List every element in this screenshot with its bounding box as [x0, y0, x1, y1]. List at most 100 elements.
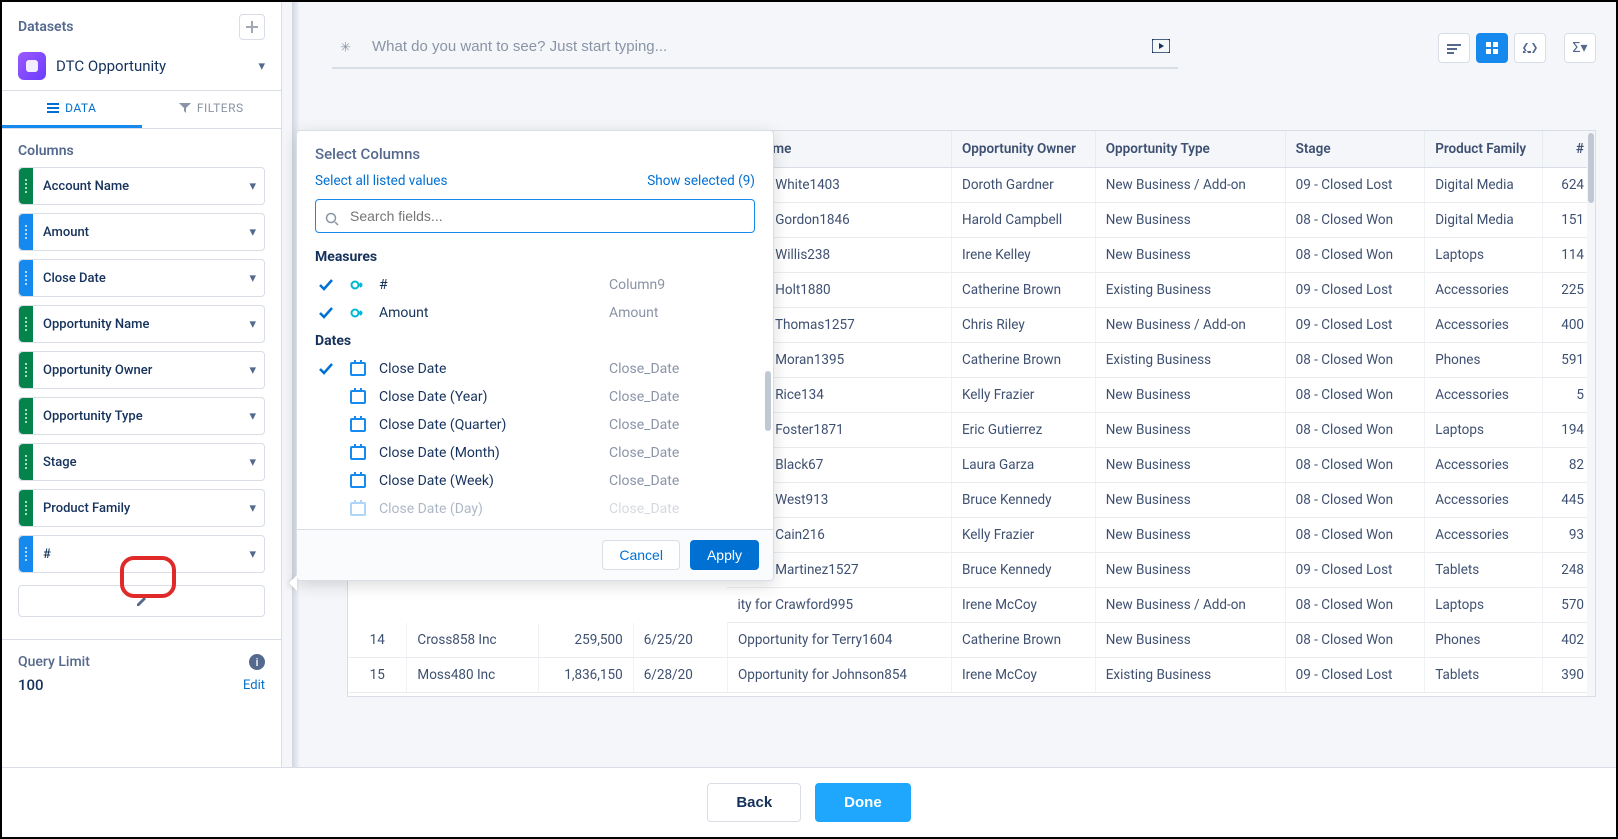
cancel-button[interactable]: Cancel: [602, 540, 680, 570]
column-pill[interactable]: Opportunity Type ▾: [18, 397, 265, 435]
column-pill-label: Product Family: [43, 501, 249, 516]
view-query-button[interactable]: [1514, 33, 1546, 63]
chevron-down-icon[interactable]: ▾: [249, 179, 256, 194]
popover-section-heading: Dates: [307, 327, 763, 355]
drag-handle-icon[interactable]: [19, 444, 33, 480]
column-pill[interactable]: Product Family ▾: [18, 489, 265, 527]
table-cell: Existing Business: [1095, 273, 1285, 308]
apply-button[interactable]: Apply: [690, 540, 759, 570]
drag-handle-icon[interactable]: [19, 168, 33, 204]
table-cell: New Business: [1095, 203, 1285, 238]
table-row[interactable]: 15Moss480 Inc1,836,1506/28/20Opportunity…: [348, 658, 1595, 693]
column-option[interactable]: Close Date (Year) Close_Date: [307, 383, 763, 411]
table-cell: New Business / Add-on: [1095, 308, 1285, 343]
column-header[interactable]: Stage: [1285, 131, 1425, 168]
chevron-down-icon[interactable]: ▾: [249, 363, 256, 378]
column-pill[interactable]: Opportunity Name ▾: [18, 305, 265, 343]
column-option[interactable]: Close Date (Month) Close_Date: [307, 439, 763, 467]
date-icon: [347, 390, 369, 404]
natural-language-query-input[interactable]: [332, 26, 1178, 69]
tab-filters[interactable]: FILTERS: [142, 91, 282, 128]
list-icon: [47, 103, 59, 113]
column-search-input[interactable]: [315, 199, 755, 233]
column-option[interactable]: Close Date Close_Date: [307, 355, 763, 383]
column-option[interactable]: Amount Amount: [307, 299, 763, 327]
view-table-button[interactable]: [1476, 33, 1508, 63]
table-cell: New Business: [1095, 413, 1285, 448]
table-cell: New Business / Add-on: [1095, 588, 1285, 623]
table-cell: Cross858 Inc: [407, 623, 539, 658]
drag-handle-icon[interactable]: [19, 306, 33, 342]
table-cell: New Business: [1095, 448, 1285, 483]
table-cell: 08 - Closed Won: [1285, 518, 1425, 553]
table-cell: 09 - Closed Lost: [1285, 658, 1425, 693]
chevron-down-icon[interactable]: ▾: [249, 409, 256, 424]
query-limit-edit-link[interactable]: Edit: [243, 678, 265, 693]
column-pill[interactable]: Account Name ▾: [18, 167, 265, 205]
table-cell: New Business: [1095, 378, 1285, 413]
check-icon: [315, 306, 337, 320]
column-pill[interactable]: Amount ▾: [18, 213, 265, 251]
column-option[interactable]: Close Date (Quarter) Close_Date: [307, 411, 763, 439]
view-chart-button[interactable]: [1438, 33, 1470, 63]
popover-section-heading: Measures: [307, 243, 763, 271]
show-selected-link[interactable]: Show selected (9): [647, 173, 755, 189]
popover-scrollbar[interactable]: [765, 371, 771, 431]
column-option-label: #: [379, 277, 599, 293]
drag-handle-icon[interactable]: [19, 214, 33, 250]
drag-handle-icon[interactable]: [19, 260, 33, 296]
table-cell: Opportunity for Terry1604: [727, 623, 951, 658]
drag-handle-icon[interactable]: [19, 490, 33, 526]
chevron-down-icon[interactable]: ▾: [249, 317, 256, 332]
drag-handle-icon[interactable]: [19, 536, 33, 572]
column-pill[interactable]: Close Date ▾: [18, 259, 265, 297]
column-pill[interactable]: # ▾: [18, 535, 265, 573]
column-option-label: Close Date (Month): [379, 445, 599, 461]
table-cell: Bruce Kennedy: [951, 483, 1095, 518]
chevron-down-icon[interactable]: ▾: [249, 547, 256, 562]
table-cell: 09 - Closed Lost: [1285, 308, 1425, 343]
column-header[interactable]: Product Family: [1425, 131, 1543, 168]
date-icon: [347, 502, 369, 516]
run-query-button[interactable]: [1152, 39, 1170, 57]
chevron-down-icon[interactable]: ▾: [249, 501, 256, 516]
column-option[interactable]: Close Date (Day) Close_Date: [307, 495, 763, 523]
column-header[interactable]: Opportunity Owner: [951, 131, 1095, 168]
table-cell: 1,836,150: [539, 658, 633, 693]
date-icon: [347, 446, 369, 460]
table-row[interactable]: ity for Crawford995Irene McCoyNew Busine…: [348, 588, 1595, 623]
add-dataset-button[interactable]: [239, 14, 265, 40]
column-pill[interactable]: Stage ▾: [18, 443, 265, 481]
column-pill[interactable]: Opportunity Owner ▾: [18, 351, 265, 389]
column-option[interactable]: # Column9: [307, 271, 763, 299]
tab-data[interactable]: DATA: [2, 91, 142, 128]
chevron-down-icon[interactable]: ▾: [249, 455, 256, 470]
info-icon[interactable]: i: [249, 654, 265, 670]
measure-icon: [347, 278, 369, 292]
column-option[interactable]: Close Date (Week) Close_Date: [307, 467, 763, 495]
table-cell: 6/28/20: [633, 658, 727, 693]
table-cell: Irene Kelley: [951, 238, 1095, 273]
chevron-down-icon[interactable]: ▾: [249, 225, 256, 240]
dataset-name: DTC Opportunity: [56, 57, 248, 75]
table-row[interactable]: 14Cross858 Inc259,5006/25/20Opportunity …: [348, 623, 1595, 658]
edit-columns-button[interactable]: [18, 585, 265, 617]
column-option-label: Close Date (Quarter): [379, 417, 599, 433]
dataset-selector[interactable]: DTC Opportunity ▾: [2, 46, 281, 90]
table-cell: 08 - Closed Won: [1285, 623, 1425, 658]
column-option-label: Close Date (Year): [379, 389, 599, 405]
sidebar-title: Datasets: [18, 19, 74, 35]
drag-handle-icon[interactable]: [19, 398, 33, 434]
column-header[interactable]: Opportunity Type: [1095, 131, 1285, 168]
column-option-api: Close_Date: [609, 445, 755, 461]
back-button[interactable]: Back: [707, 783, 801, 822]
aggregate-button[interactable]: Σ▾: [1564, 33, 1596, 63]
table-cell: Kelly Frazier: [951, 518, 1095, 553]
select-all-link[interactable]: Select all listed values: [315, 173, 447, 189]
chevron-down-icon[interactable]: ▾: [249, 271, 256, 286]
column-pill-label: Close Date: [43, 271, 249, 286]
done-button[interactable]: Done: [815, 783, 911, 822]
column-option-api: Close_Date: [609, 417, 755, 433]
drag-handle-icon[interactable]: [19, 352, 33, 388]
table-scrollbar[interactable]: [1587, 131, 1595, 696]
